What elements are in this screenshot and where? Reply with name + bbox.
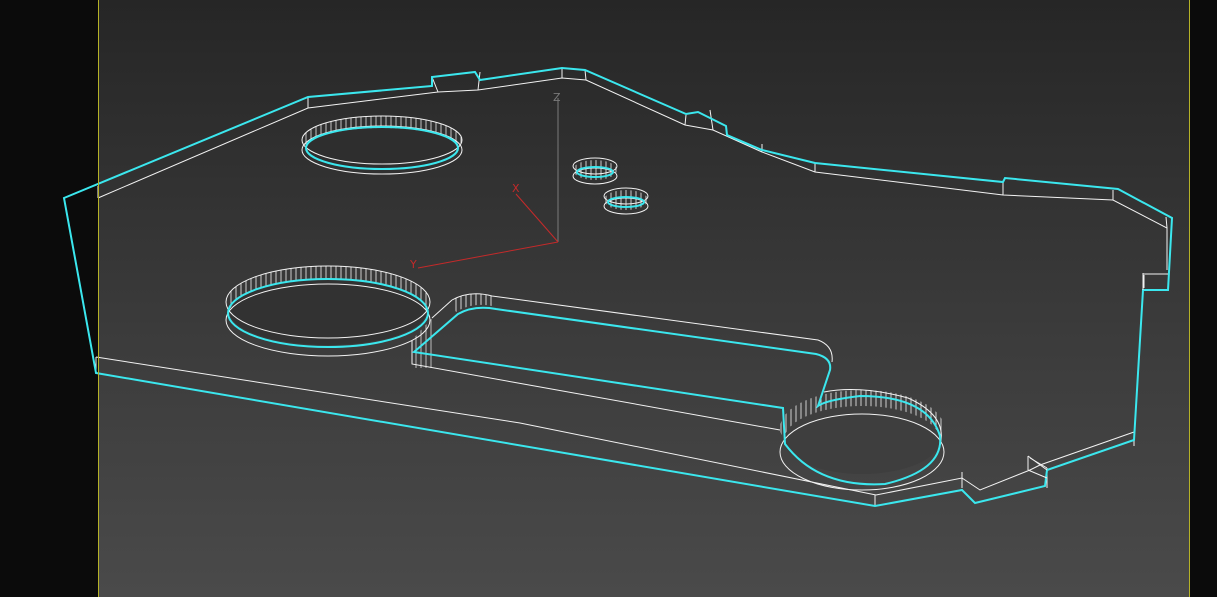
plate-right-step <box>1027 273 1168 479</box>
pin-hole-1[interactable] <box>572 157 618 185</box>
hole-top-left[interactable] <box>301 115 463 175</box>
world-axis-gizmo: Z X Y <box>409 91 561 271</box>
z-axis-label: Z <box>553 91 561 104</box>
y-axis-label: Y <box>409 258 417 271</box>
x-axis-label: X <box>512 182 520 195</box>
scene-canvas[interactable]: Z X Y <box>0 0 1217 597</box>
plate-mesh[interactable] <box>62 66 1174 508</box>
x-axis-line <box>515 193 559 243</box>
slot-pocket[interactable] <box>411 293 945 491</box>
plate-selection-outline <box>62 66 1174 508</box>
hole-large-left[interactable] <box>225 265 431 357</box>
perspective-viewport[interactable]: Z X Y <box>0 0 1217 597</box>
app-window: Z X Y <box>0 0 1217 597</box>
y-axis-line <box>417 241 559 269</box>
pin-hole-2[interactable] <box>603 187 649 215</box>
